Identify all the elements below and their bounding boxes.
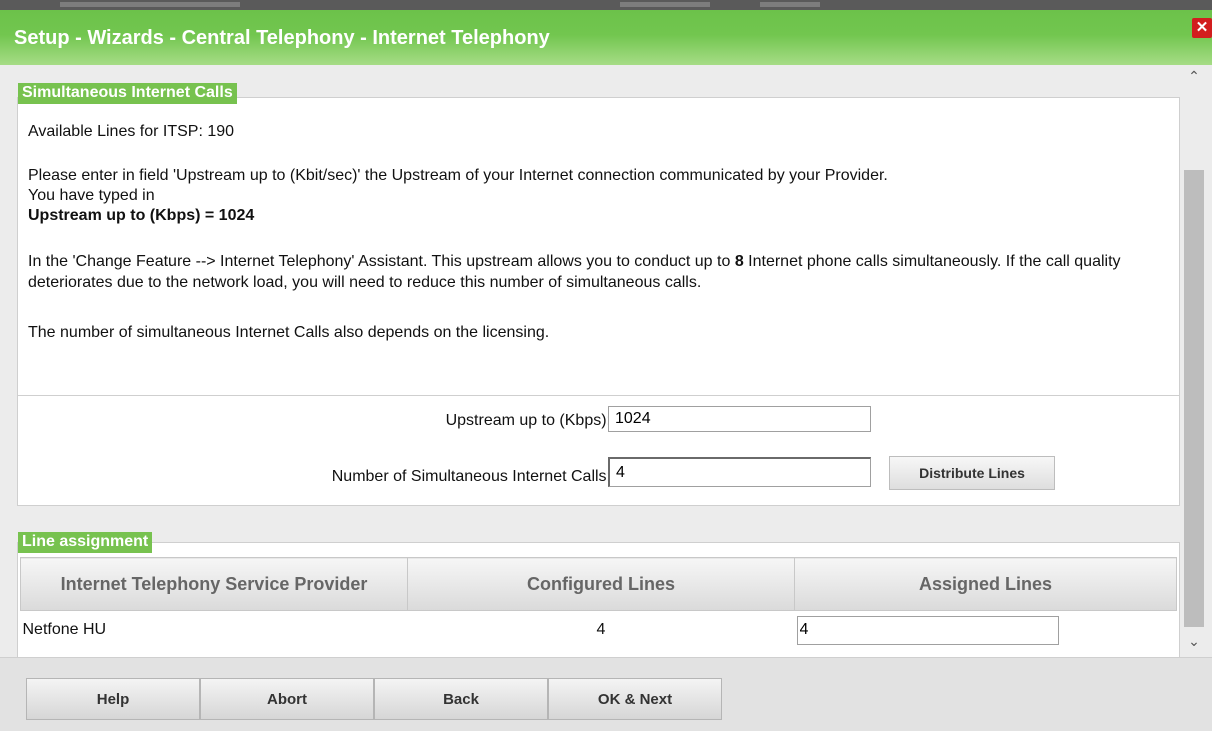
dialog-title-bar: Setup - Wizards - Central Telephony - In… <box>0 10 1212 65</box>
configured-lines-cell: 4 <box>596 621 606 638</box>
assigned-lines-input[interactable] <box>796 615 1059 645</box>
dialog-footer: Help Abort Back OK & Next <box>0 657 1212 731</box>
feature-description-text: In the 'Change Feature --> Internet Tele… <box>28 251 1168 293</box>
simultaneous-calls-label: Number of Simultaneous Internet Calls: <box>331 468 611 485</box>
scroll-up-icon[interactable]: ⌃ <box>1182 68 1206 85</box>
line-assignment-panel: Internet Telephony Service Provider Conf… <box>17 542 1180 659</box>
simultaneous-calls-legend: Simultaneous Internet Calls <box>18 83 237 104</box>
column-header-configured: Configured Lines <box>407 557 795 611</box>
column-header-provider: Internet Telephony Service Provider <box>20 557 408 611</box>
typed-in-text: You have typed in <box>28 187 155 204</box>
distribute-lines-button[interactable]: Distribute Lines <box>889 456 1055 490</box>
back-button[interactable]: Back <box>374 678 548 720</box>
scroll-down-icon[interactable]: ⌄ <box>1182 633 1206 650</box>
line-assignment-table: Internet Telephony Service Provider Conf… <box>20 557 1177 649</box>
licensing-note-text: The number of simultaneous Internet Call… <box>28 324 550 341</box>
ok-next-button[interactable]: OK & Next <box>548 678 722 720</box>
upstream-input[interactable] <box>608 406 871 432</box>
background-window-strip <box>0 0 1212 10</box>
abort-button[interactable]: Abort <box>200 678 374 720</box>
provider-cell: Netfone HU <box>22 621 107 638</box>
scrollbar-thumb[interactable] <box>1184 170 1204 627</box>
line-assignment-legend: Line assignment <box>18 532 153 553</box>
column-header-assigned: Assigned Lines <box>794 557 1177 611</box>
simultaneous-calls-panel: Available Lines for ITSP: 190 Please ent… <box>17 97 1180 506</box>
table-header-row: Internet Telephony Service Provider Conf… <box>20 557 1177 611</box>
feature-text-pre: In the 'Change Feature --> Internet Tele… <box>28 253 735 270</box>
table-row: Netfone HU 4 <box>21 611 1177 650</box>
help-button[interactable]: Help <box>26 678 200 720</box>
max-calls-value: 8 <box>734 253 744 270</box>
simultaneous-calls-input[interactable] <box>608 457 871 487</box>
assigned-lines-cell <box>795 611 1177 650</box>
section-divider <box>18 395 1179 396</box>
dialog-title: Setup - Wizards - Central Telephony - In… <box>14 27 550 49</box>
vertical-scrollbar[interactable]: ⌃ ⌄ <box>1182 65 1206 657</box>
upstream-instruction-text: Please enter in field 'Upstream up to (K… <box>28 167 888 184</box>
close-icon[interactable]: ✕ <box>1192 18 1212 38</box>
available-lines-text: Available Lines for ITSP: 190 <box>28 123 235 140</box>
upstream-summary-text: Upstream up to (Kbps) = 1024 <box>28 207 255 224</box>
upstream-label: Upstream up to (Kbps): <box>445 412 611 429</box>
